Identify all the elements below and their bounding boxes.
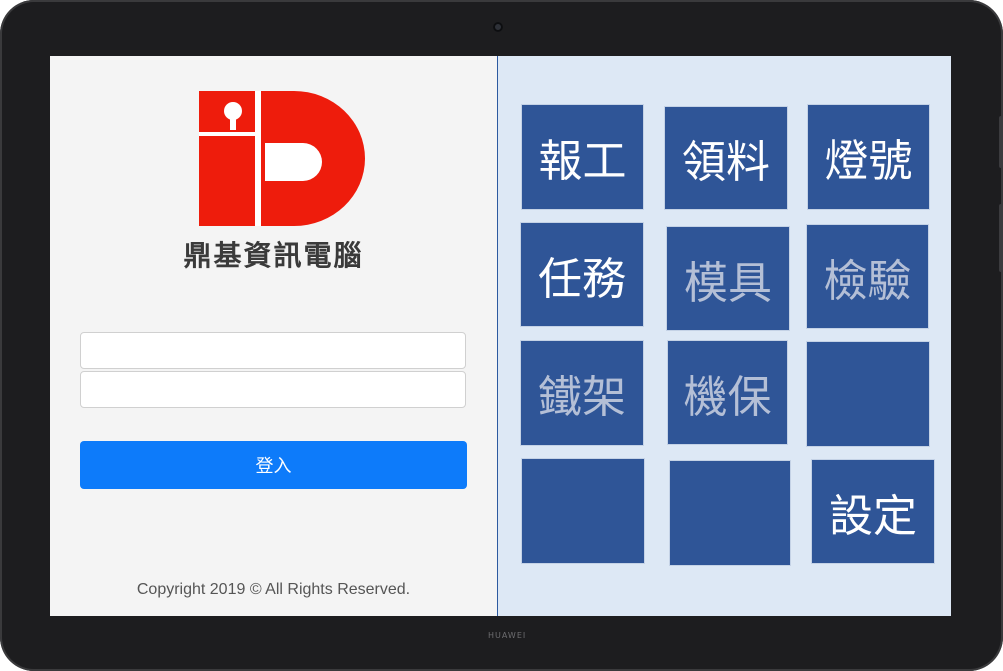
tile-status-light[interactable]: 燈號 bbox=[808, 105, 929, 209]
password-input[interactable] bbox=[80, 371, 466, 408]
username-input[interactable] bbox=[80, 332, 466, 369]
tile-empty-1[interactable] bbox=[807, 342, 929, 446]
tile-empty-3[interactable] bbox=[670, 461, 790, 565]
login-button[interactable]: 登入 bbox=[80, 441, 467, 489]
volume-button bbox=[999, 116, 1003, 168]
screen: 鼎基資訊電腦 登入 Copyright 2019 © All Rights Re… bbox=[50, 56, 951, 616]
tile-mold[interactable]: 模具 bbox=[667, 227, 789, 330]
company-name: 鼎基資訊電腦 bbox=[183, 239, 364, 272]
front-camera bbox=[493, 22, 503, 32]
device-brand-label: HUAWEI bbox=[488, 631, 527, 640]
company-logo bbox=[199, 91, 365, 226]
power-button bbox=[999, 204, 1003, 272]
tile-material-requisition[interactable]: 領料 bbox=[665, 107, 787, 209]
copyright-text: Copyright 2019 © All Rights Reserved. bbox=[136, 581, 411, 598]
login-panel: 鼎基資訊電腦 登入 Copyright 2019 © All Rights Re… bbox=[50, 56, 498, 616]
tile-machine-maintenance[interactable]: 機保 bbox=[668, 341, 787, 444]
tile-settings[interactable]: 設定 bbox=[812, 460, 934, 563]
tile-empty-2[interactable] bbox=[522, 459, 644, 563]
tile-inspection[interactable]: 檢驗 bbox=[807, 225, 928, 328]
tile-report-work[interactable]: 報工 bbox=[522, 105, 643, 209]
tile-task[interactable]: 任務 bbox=[521, 223, 643, 326]
tablet-frame: HUAWEI 鼎基資訊電腦 登入 Copyright 2019 © All Ri… bbox=[0, 0, 1003, 671]
tile-iron-rack[interactable]: 鐵架 bbox=[521, 341, 643, 445]
